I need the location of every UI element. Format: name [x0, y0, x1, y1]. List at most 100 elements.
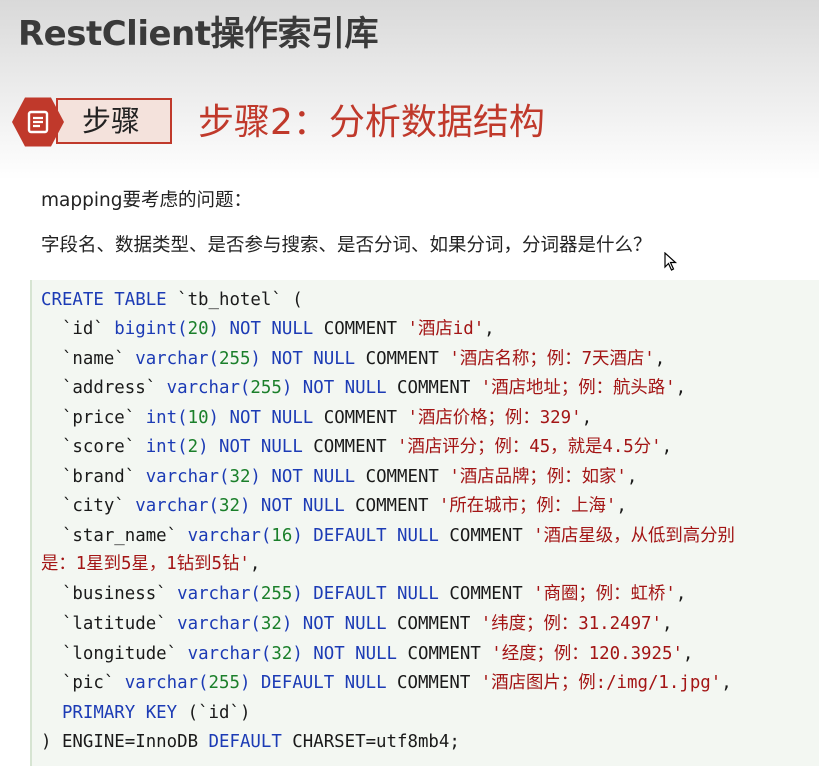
code-constraint: DEFAULT NULL	[313, 526, 439, 546]
code-paren: )	[292, 526, 314, 546]
code-string: '所在城市；例：上海'	[438, 496, 617, 516]
code-type: varchar(	[135, 349, 219, 369]
code-pk-column: (`id`)	[177, 703, 251, 723]
code-number: 255	[250, 378, 282, 398]
code-string: '酒店地址；例：航头路'	[480, 378, 676, 398]
code-type: varchar(	[135, 496, 219, 516]
code-comment-kw: COMMENT	[355, 349, 450, 369]
code-line-star-name-continued: 是：1星到5星，1钻到5钻',	[41, 551, 260, 577]
code-comma: ,	[675, 378, 687, 398]
code-number: 2	[187, 437, 199, 457]
slide-title: RestClient操作索引库	[18, 14, 379, 54]
step-badge-label: 步骤	[82, 104, 141, 138]
code-string: '酒店评分；例：45，就是4.5分'	[397, 437, 662, 457]
code-type: varchar(	[177, 584, 261, 604]
code-constraint: NOT NULL	[302, 378, 387, 398]
code-paren: )	[281, 378, 303, 398]
code-paren: )	[250, 467, 272, 487]
code-paren: )	[198, 437, 220, 457]
code-comment-kw: COMMENT	[397, 644, 492, 664]
code-paren: )	[281, 614, 303, 634]
step-badge: 步骤	[12, 96, 172, 148]
code-number: 32	[271, 644, 293, 664]
code-paren: )	[208, 408, 230, 428]
code-type: bigint(	[114, 319, 188, 339]
code-type: int(	[145, 408, 188, 428]
code-type: varchar(	[166, 378, 251, 398]
code-constraint: NOT NULL	[302, 614, 387, 634]
code-line-business: `business` varchar(255) DEFAULT NULL COM…	[41, 581, 686, 607]
step-heading: 步骤2：分析数据结构	[198, 102, 545, 143]
code-comment-kw: COMMENT	[438, 584, 534, 604]
code-keyword: DEFAULT	[208, 732, 282, 752]
code-column: `latitude`	[41, 614, 178, 634]
code-type: varchar(	[187, 526, 272, 546]
code-column: `score`	[41, 437, 146, 457]
code-line-city: `city` varchar(32) NOT NULL COMMENT '所在城…	[41, 493, 627, 519]
code-column: `name`	[41, 349, 136, 369]
code-comment-kw: COMMENT	[344, 496, 439, 516]
code-comment-kw: COMMENT	[355, 467, 450, 487]
code-string: '商圈；例：虹桥'	[533, 584, 676, 604]
code-comma: ,	[661, 437, 673, 457]
code-comma: ,	[626, 467, 638, 487]
code-constraint: NOT NULL	[260, 496, 345, 516]
code-number: 20	[187, 319, 209, 339]
code-string: '酒店星级，从低到高分别	[533, 526, 735, 546]
code-comment-kw: COMMENT	[386, 673, 481, 693]
code-comma: ,	[484, 319, 495, 339]
code-number: 32	[219, 496, 240, 516]
code-comment-kw: COMMENT	[386, 614, 481, 634]
code-line-star-name: `star_name` varchar(16) DEFAULT NULL COM…	[41, 523, 735, 549]
code-comment-kw: COMMENT	[313, 408, 408, 428]
document-icon	[27, 110, 49, 134]
code-column: `price`	[41, 408, 146, 428]
code-line-score: `score` int(2) NOT NULL COMMENT '酒店评分；例：…	[41, 434, 672, 460]
code-column: `address`	[41, 378, 167, 398]
code-string: '经度；例：120.3925'	[491, 644, 683, 664]
code-engine: ) ENGINE=InnoDB	[41, 732, 209, 752]
code-column: `pic`	[41, 673, 125, 693]
code-comma: ,	[249, 554, 261, 574]
code-string: '酒店名称；例：7天酒店'	[449, 349, 655, 369]
code-constraint: DEFAULT NULL	[260, 673, 387, 693]
code-number: 255	[219, 349, 251, 369]
code-line-id: `id` bigint(20) NOT NULL COMMENT '酒店id',	[41, 316, 495, 342]
code-comma: ,	[616, 496, 627, 516]
code-constraint: NOT NULL	[271, 349, 356, 369]
code-comment-kw: COMMENT	[386, 378, 481, 398]
code-comment-kw: COMMENT	[302, 437, 398, 457]
code-line-engine: ) ENGINE=InnoDB DEFAULT CHARSET=utf8mb4;	[41, 729, 460, 755]
code-comma: ,	[721, 673, 732, 693]
code-string: '酒店价格；例：329'	[407, 408, 582, 428]
code-constraint: NOT NULL	[271, 467, 356, 487]
code-keyword: CREATE TABLE	[41, 290, 167, 310]
code-column: `business`	[41, 584, 178, 604]
intro-line-1: mapping要考虑的问题：	[41, 190, 252, 211]
code-comma: ,	[581, 408, 593, 428]
code-constraint: NOT NULL	[219, 437, 303, 457]
code-string: '纬度；例：31.2497'	[480, 614, 662, 634]
code-number: 255	[260, 584, 293, 604]
code-paren: )	[208, 319, 230, 339]
code-constraint: NOT NULL	[229, 319, 314, 339]
code-column: `id`	[41, 319, 115, 339]
code-paren: )	[250, 349, 272, 369]
code-constraint: NOT NULL	[229, 408, 314, 428]
code-constraint: DEFAULT NULL	[313, 584, 439, 604]
code-line-brand: `brand` varchar(32) NOT NULL COMMENT '酒店…	[41, 464, 637, 490]
code-line-pic: `pic` varchar(255) DEFAULT NULL COMMENT …	[41, 670, 732, 696]
code-string: '酒店品牌；例：如家'	[449, 467, 627, 487]
code-paren: )	[239, 496, 261, 516]
code-line-primary-key: PRIMARY KEY (`id`)	[41, 700, 250, 726]
code-comma: ,	[654, 349, 666, 369]
code-number: 32	[260, 614, 282, 634]
code-type: int(	[145, 437, 188, 457]
code-type: varchar(	[187, 644, 272, 664]
code-keyword: PRIMARY KEY	[61, 703, 178, 723]
code-line-longitude: `longitude` varchar(32) NOT NULL COMMENT…	[41, 641, 693, 667]
code-paren: )	[239, 673, 261, 693]
code-string: 是：1星到5星，1钻到5钻'	[41, 554, 250, 574]
code-line-price: `price` int(10) NOT NULL COMMENT '酒店价格；例…	[41, 405, 592, 431]
